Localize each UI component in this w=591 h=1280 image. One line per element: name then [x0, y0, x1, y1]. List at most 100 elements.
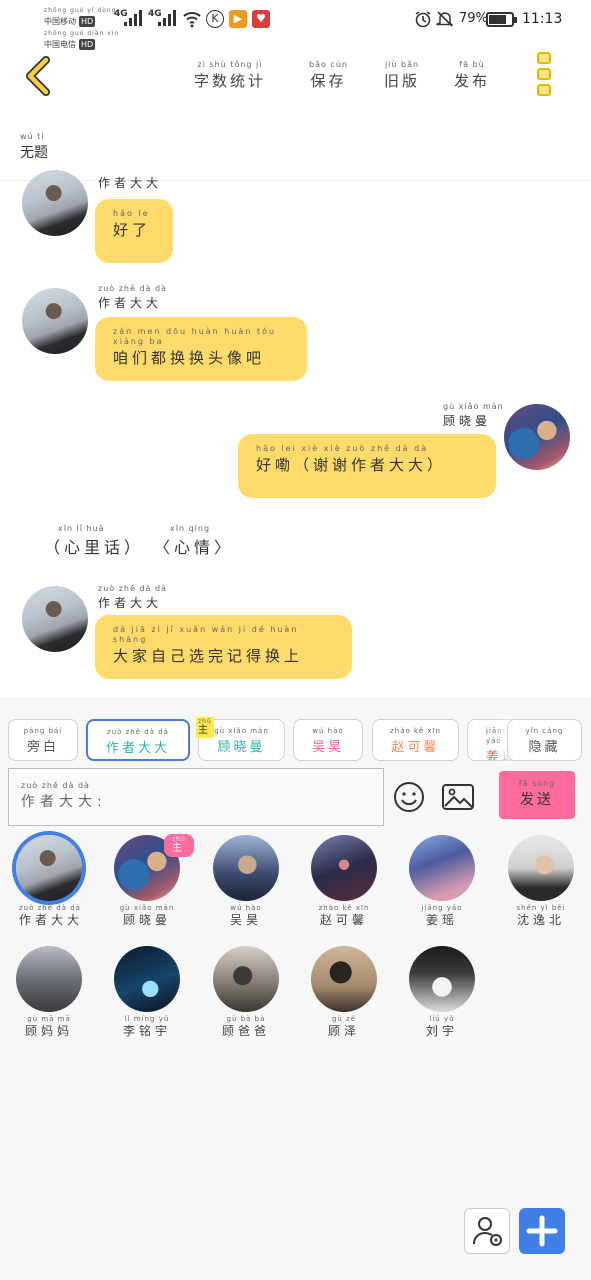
- emoji-icon[interactable]: [391, 779, 427, 815]
- role-chip-zhaokexin[interactable]: zhào kě xīn 赵可馨: [372, 719, 459, 761]
- word-count-label: 字数统计: [194, 72, 267, 90]
- member-jiangyao[interactable]: jiāng yáo 姜瑶: [402, 835, 482, 927]
- back-chevron-icon[interactable]: [24, 56, 54, 96]
- user-settings-icon: [473, 1217, 502, 1246]
- member-pinyin: jiāng yáo: [421, 904, 463, 912]
- member-pinyin: shěn yì běi: [516, 904, 566, 912]
- document-title[interactable]: wú tí 无题: [20, 132, 48, 162]
- member-name-text: 顾妈妈: [24, 1024, 73, 1038]
- mood-label: 〈心情〉: [154, 538, 235, 557]
- sender-name: 作者大大: [98, 174, 162, 191]
- send-button[interactable]: fā sòng 发送: [499, 771, 575, 819]
- member-name: wú hào 吴昊: [206, 903, 286, 927]
- inner-voice-button[interactable]: xīn lǐ huà （心里话）: [44, 524, 144, 558]
- carrier2-pinyin: zhōng guó diàn xìn: [44, 30, 120, 37]
- clock: 11:13: [522, 11, 563, 27]
- chip-pinyin: wú hào: [312, 727, 344, 735]
- member-gubaba[interactable]: gù bà bà 顾爸爸: [206, 946, 286, 1038]
- save-button[interactable]: bǎo cún 保存: [309, 60, 348, 91]
- message-pinyin: hǎo lei xiè xiè zuò zhě dà dà: [256, 444, 429, 453]
- message-text: 咱们都换换头像吧: [113, 349, 266, 367]
- heart-app-icon: ♥: [252, 10, 270, 28]
- member-guze[interactable]: gù zé 顾泽: [304, 946, 384, 1038]
- member-name-text: 沈逸北: [516, 913, 565, 927]
- member-wuhao[interactable]: wú hào 吴昊: [206, 835, 286, 927]
- carrier1-pinyin: zhōng guó yí dòng: [44, 7, 117, 14]
- main-badge-text: 主: [172, 843, 182, 854]
- avatar[interactable]: [22, 586, 88, 652]
- member-pinyin: liú yǔ: [429, 1015, 455, 1023]
- signal-icon: [158, 10, 178, 26]
- member-name: gù zé 顾泽: [304, 1014, 384, 1038]
- chip-label: 吴昊: [311, 740, 344, 755]
- old-version-button[interactable]: jiù bǎn 旧版: [384, 60, 420, 91]
- avatar: [213, 835, 279, 901]
- more-menu-icon[interactable]: [535, 52, 553, 100]
- role-chip-narration[interactable]: páng bái 旁白: [8, 719, 78, 761]
- main-role-badge: zhǔ 主: [196, 717, 214, 738]
- sender-name: gù xiǎo màn 顾晓曼: [443, 402, 504, 429]
- avatar[interactable]: [22, 170, 88, 236]
- chip-pinyin: zhào kě xīn: [390, 727, 441, 735]
- member-pinyin: zhào kě xīn: [318, 904, 370, 912]
- video-app-icon: ▶: [229, 10, 247, 28]
- sender-name: zuò zhě dà dà 作者大大: [98, 584, 167, 611]
- mood-button[interactable]: xīn qíng 〈心情〉: [154, 524, 234, 558]
- plus-icon: [526, 1215, 558, 1247]
- message-input[interactable]: zuò zhě dà dà 作者大大:: [8, 768, 384, 826]
- member-name: jiāng yáo 姜瑶: [402, 903, 482, 927]
- member-name-text: 李铭宇: [122, 1024, 171, 1038]
- battery-percent: 79%: [459, 11, 488, 26]
- member-author[interactable]: zuò zhě dà dà 作者大大: [9, 835, 89, 927]
- battery-fill: [489, 15, 507, 24]
- manage-roles-button[interactable]: [464, 1208, 510, 1254]
- publish-label: 发布: [454, 72, 491, 90]
- role-chip-wuhao[interactable]: wú hào 吴昊: [293, 719, 363, 761]
- message-bubble[interactable]: hǎo lei xiè xiè zuò zhě dà dà 好嘞（谢谢作者大大）: [238, 434, 496, 498]
- avatar: [311, 835, 377, 901]
- member-name-text: 作者大大: [19, 913, 84, 927]
- old-version-label: 旧版: [384, 72, 421, 90]
- member-limingyu[interactable]: lǐ míng yǔ 李铭宇: [107, 946, 187, 1038]
- battery-icon: [486, 12, 517, 27]
- member-name-text: 赵可馨: [319, 913, 368, 927]
- message-bubble[interactable]: zán men dōu huàn huàn tóu xiàng ba 咱们都换换…: [95, 317, 307, 381]
- member-name-text: 顾泽: [327, 1024, 360, 1038]
- member-shenyibei[interactable]: shěn yì běi 沈逸北: [501, 835, 581, 927]
- chip-label: 赵可馨: [391, 740, 440, 755]
- member-name-text: 吴昊: [229, 913, 262, 927]
- sender-pinyin: zuò zhě dà dà: [98, 284, 167, 293]
- avatar: [508, 835, 574, 901]
- inner-voice-pinyin: xīn lǐ huà: [58, 524, 105, 533]
- member-name: shěn yì běi 沈逸北: [501, 903, 581, 927]
- member-name-text: 刘宇: [425, 1024, 458, 1038]
- member-pinyin: zuò zhě dà dà: [19, 904, 81, 912]
- message-bubble[interactable]: hǎo le 好了: [95, 199, 173, 263]
- image-icon[interactable]: [440, 779, 476, 815]
- member-zhaokexin[interactable]: zhào kě xīn 赵可馨: [304, 835, 384, 927]
- publish-pinyin: fā bù: [459, 60, 485, 69]
- member-liuyu[interactable]: liú yǔ 刘宇: [402, 946, 482, 1038]
- chip-pinyin: yǐn cáng: [525, 727, 564, 735]
- avatar: [213, 946, 279, 1012]
- save-pinyin: bǎo cún: [309, 60, 348, 69]
- member-pinyin: lǐ míng yǔ: [124, 1015, 170, 1023]
- role-chip-author[interactable]: zuò zhě dà dà 作者大大: [86, 719, 190, 761]
- member-gumama[interactable]: gù mā mā 顾妈妈: [9, 946, 89, 1038]
- publish-button[interactable]: fā bù 发布: [454, 60, 490, 91]
- member-name: zhào kě xīn 赵可馨: [304, 903, 384, 927]
- avatar[interactable]: [504, 404, 570, 470]
- word-count-button[interactable]: zì shù tǒng jì 字数统计: [194, 60, 266, 91]
- status-bar: zhōng guó yí dòng 中国移动 HD zhōng guó diàn …: [0, 0, 591, 50]
- role-chip-hide[interactable]: yǐn cáng 隐藏: [507, 719, 582, 761]
- hd-badge: HD: [79, 16, 96, 27]
- message-pinyin: dà jiā zì jǐ xuǎn wán jì dé huàn shàng: [113, 625, 299, 644]
- chip-label: 隐藏: [528, 740, 561, 755]
- inner-voice-label: （心里话）: [44, 538, 145, 557]
- avatar[interactable]: [22, 288, 88, 354]
- member-name: zuò zhě dà dà 作者大大: [9, 903, 89, 927]
- sender-pinyin: zuò zhě dà dà: [98, 584, 167, 593]
- message-bubble[interactable]: dà jiā zì jǐ xuǎn wán jì dé huàn shàng 大…: [95, 615, 352, 679]
- add-button[interactable]: [519, 1208, 565, 1254]
- mood-pinyin: xīn qíng: [170, 524, 211, 533]
